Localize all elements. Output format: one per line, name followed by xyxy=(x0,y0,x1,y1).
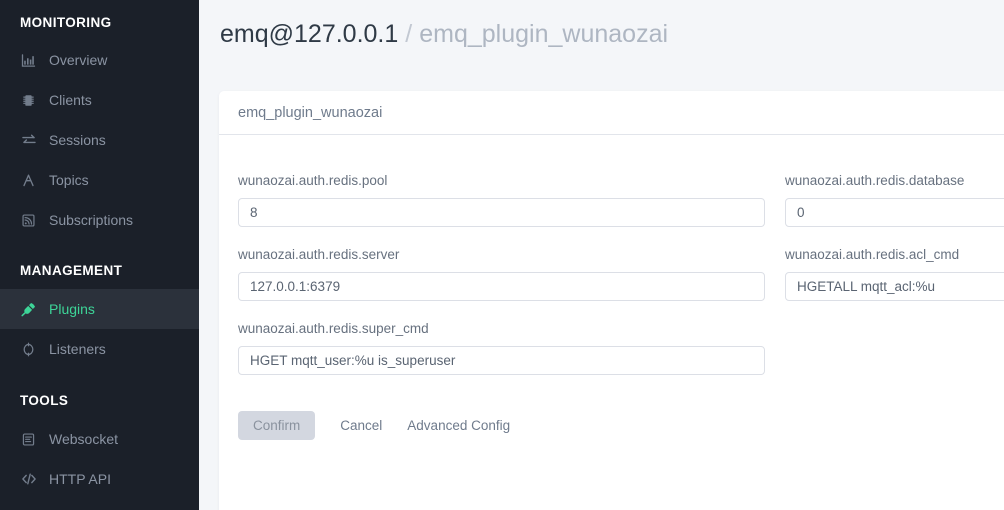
confirm-button[interactable]: Confirm xyxy=(238,411,316,440)
plug-icon xyxy=(20,301,37,318)
field-label: wunaozai.auth.redis.super_cmd xyxy=(238,321,429,336)
sidebar-section-tools: TOOLS xyxy=(20,393,69,408)
field-label: wunaozai.auth.redis.server xyxy=(238,247,400,262)
form-field-server: wunaozai.auth.redis.server xyxy=(238,247,785,301)
sidebar-item-label: Plugins xyxy=(49,301,95,317)
sidebar-item-label: Sessions xyxy=(49,132,106,148)
cancel-button[interactable]: Cancel xyxy=(340,418,382,433)
form-actions: Confirm Cancel Advanced Config xyxy=(238,411,1004,440)
sidebar-section-management: MANAGEMENT xyxy=(20,263,123,278)
advanced-config-button[interactable]: Advanced Config xyxy=(407,418,510,433)
sidebar-item-label: Listeners xyxy=(49,341,106,357)
form-field-database: wunaozai.auth.redis.database xyxy=(785,173,1004,227)
sidebar-item-label: Subscriptions xyxy=(49,212,134,228)
sidebar-item-label: HTTP API xyxy=(49,471,111,487)
main-content: emq@127.0.0.1/emq_plugin_wunaozai emq_pl… xyxy=(199,0,1004,510)
breadcrumb-current: emq_plugin_wunaozai xyxy=(419,20,669,48)
bar-chart-icon xyxy=(20,52,37,69)
sidebar-section-monitoring: MONITORING xyxy=(20,15,112,30)
sidebar-item-label: Overview xyxy=(49,52,108,68)
field-label: wunaozai.auth.redis.pool xyxy=(238,173,388,188)
sidebar-item-label: Clients xyxy=(49,92,92,108)
app-root: MONITORING Overview Clients Sessions Top… xyxy=(0,0,1004,510)
sidebar-item-http-api[interactable]: HTTP API xyxy=(0,459,199,499)
form-row: wunaozai.auth.redis.super_cmd xyxy=(238,321,1004,375)
sync-icon xyxy=(20,341,37,358)
plugin-config-card: emq_plugin_wunaozai wunaozai.auth.redis.… xyxy=(219,91,1004,510)
form-field-acl-cmd: wunaozai.auth.redis.acl_cmd xyxy=(785,247,1004,301)
exchange-icon xyxy=(20,132,37,149)
sidebar-item-sessions[interactable]: Sessions xyxy=(0,120,199,160)
chip-icon xyxy=(20,92,37,109)
branch-icon xyxy=(20,172,37,189)
terminal-icon xyxy=(20,431,37,448)
field-label: wunaozai.auth.redis.database xyxy=(785,173,965,188)
sidebar-item-label: Websocket xyxy=(49,431,118,447)
sidebar-item-listeners[interactable]: Listeners xyxy=(0,329,199,369)
form-row: wunaozai.auth.redis.server wunaozai.auth… xyxy=(238,247,1004,301)
form-row: wunaozai.auth.redis.pool wunaozai.auth.r… xyxy=(238,173,1004,227)
sidebar: MONITORING Overview Clients Sessions Top… xyxy=(0,0,199,510)
rss-icon xyxy=(20,212,37,229)
code-icon xyxy=(20,471,37,488)
field-label: wunaozai.auth.redis.acl_cmd xyxy=(785,247,960,262)
sidebar-item-plugins[interactable]: Plugins xyxy=(0,289,199,329)
breadcrumb: emq@127.0.0.1/emq_plugin_wunaozai xyxy=(199,0,1004,50)
redis-pool-input[interactable] xyxy=(238,198,765,227)
card-header: emq_plugin_wunaozai xyxy=(219,91,1004,135)
sidebar-item-topics[interactable]: Topics xyxy=(0,160,199,200)
sidebar-item-label: Topics xyxy=(49,172,89,188)
redis-super-cmd-input[interactable] xyxy=(238,346,765,375)
sidebar-item-subscriptions[interactable]: Subscriptions xyxy=(0,200,199,240)
redis-server-input[interactable] xyxy=(238,272,765,301)
card-body: wunaozai.auth.redis.pool wunaozai.auth.r… xyxy=(219,135,1004,440)
card-title: emq_plugin_wunaozai xyxy=(238,104,383,121)
redis-database-input[interactable] xyxy=(785,198,1004,227)
sidebar-item-overview[interactable]: Overview xyxy=(0,40,199,80)
breadcrumb-root[interactable]: emq@127.0.0.1 xyxy=(220,20,398,48)
form-field-pool: wunaozai.auth.redis.pool xyxy=(238,173,785,227)
breadcrumb-separator: / xyxy=(405,20,413,48)
redis-acl-cmd-input[interactable] xyxy=(785,272,1004,301)
sidebar-item-clients[interactable]: Clients xyxy=(0,80,199,120)
sidebar-item-websocket[interactable]: Websocket xyxy=(0,419,199,459)
form-field-super-cmd: wunaozai.auth.redis.super_cmd xyxy=(238,321,785,375)
